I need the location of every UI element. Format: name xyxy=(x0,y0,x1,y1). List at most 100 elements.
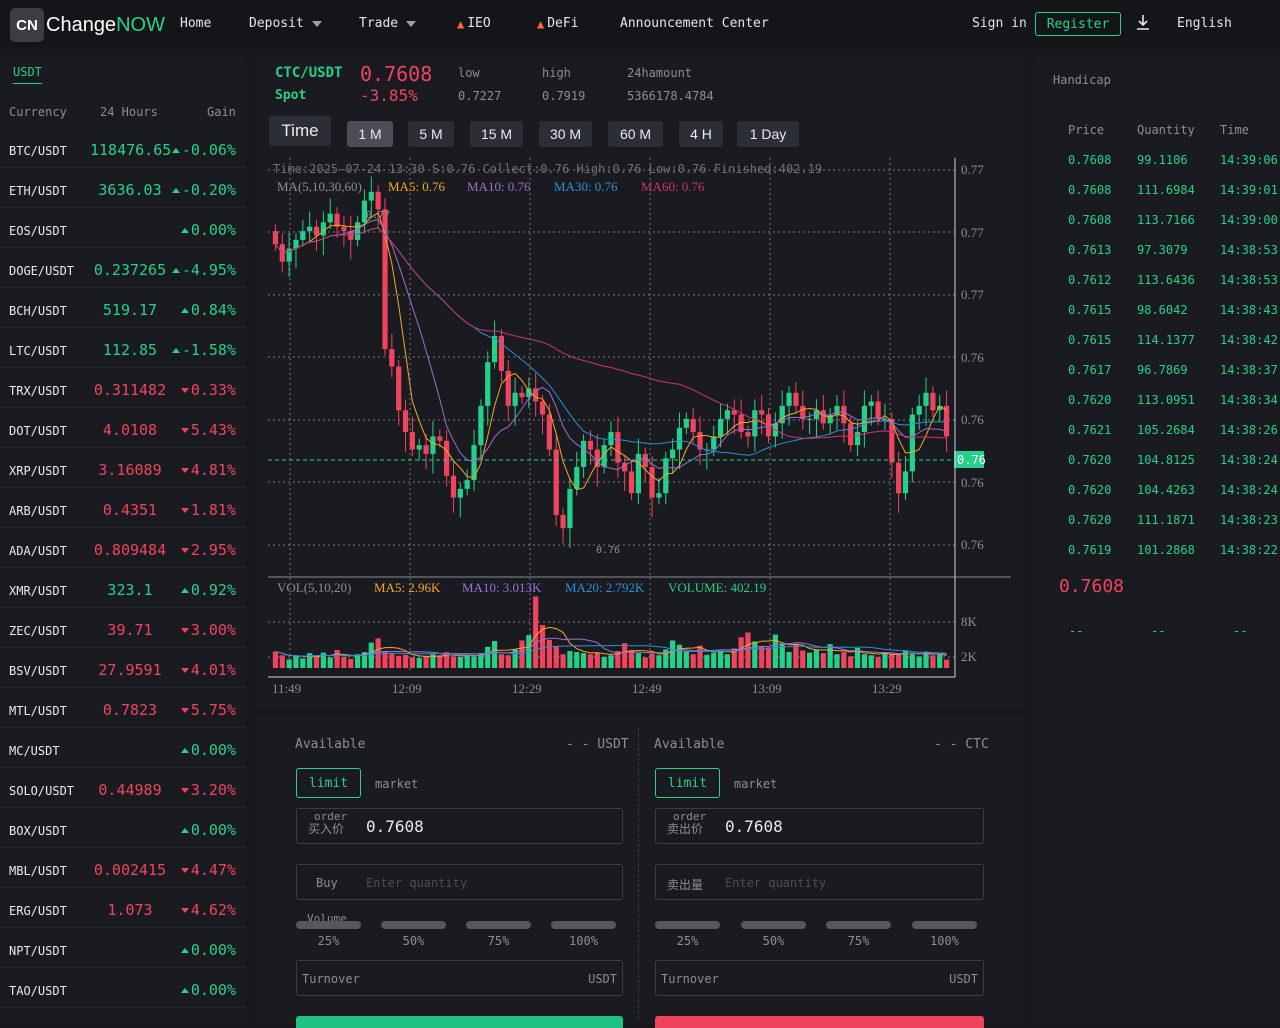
market-row[interactable]: ADA/USDT 0.809484 2.95% xyxy=(0,528,246,568)
market-gain: -0.20% xyxy=(171,181,236,199)
sell-percent-50[interactable] xyxy=(741,921,806,929)
market-row[interactable]: DOGE/USDT 0.237265 -4.95% xyxy=(0,248,246,288)
candle xyxy=(923,392,929,406)
market-row[interactable]: TRX/USDT 0.311482 0.33% xyxy=(0,368,246,408)
market-row[interactable]: TAO/USDT 0.00% xyxy=(0,968,246,1008)
volume-bar xyxy=(875,656,881,668)
market-row[interactable]: MTL/USDT 0.7823 5.75% xyxy=(0,688,246,728)
volume-bar xyxy=(348,658,354,668)
download-icon[interactable] xyxy=(1136,14,1150,30)
timeframe-30m[interactable]: 30 M xyxy=(539,121,592,147)
nav-trade[interactable]: Trade xyxy=(359,16,417,31)
timeframe-60m[interactable]: 60 M xyxy=(608,121,663,147)
orderbook-row[interactable]: 0.7608 99.1106 14:39:06 xyxy=(1034,153,1280,183)
market-row[interactable]: ARB/USDT 0.4351 1.81% xyxy=(0,488,246,528)
market-gain-value: 0.00% xyxy=(190,941,236,959)
sell-percent-100[interactable] xyxy=(912,921,977,929)
nav-home[interactable]: Home xyxy=(180,16,211,31)
buy-market-tab[interactable]: market xyxy=(375,777,418,791)
sell-limit-tab[interactable]: limit xyxy=(655,768,720,798)
orderbook-row[interactable]: 0.7619 101.2868 14:38:22 xyxy=(1034,543,1280,573)
orderbook-row[interactable]: 0.7613 97.3079 14:38:53 xyxy=(1034,243,1280,273)
timeframe-1m[interactable]: 1 M xyxy=(347,121,393,147)
buy-percent-100[interactable] xyxy=(551,921,616,929)
market-row[interactable]: SOLO/USDT 0.44989 3.20% xyxy=(0,768,246,808)
nav-deposit[interactable]: Deposit xyxy=(249,16,322,31)
market-symbol: ETH/USDT xyxy=(9,184,67,198)
volume-bar xyxy=(546,639,552,668)
volume-bar xyxy=(834,654,840,668)
candle xyxy=(478,405,484,446)
orderbook-time: 14:38:43 xyxy=(1220,303,1278,317)
orderbook-row[interactable]: 0.7617 96.7869 14:38:37 xyxy=(1034,363,1280,393)
timeframe-4h[interactable]: 4 H xyxy=(679,121,723,147)
volume-bar xyxy=(498,654,505,668)
buy-percent-25[interactable] xyxy=(296,921,361,929)
buy-button[interactable] xyxy=(296,1016,623,1028)
market-row[interactable]: ERG/USDT 1.073 4.62% xyxy=(0,888,246,928)
orderbook-row[interactable]: 0.7620 104.4263 14:38:24 xyxy=(1034,483,1280,513)
sell-quantity-input[interactable]: 卖出量 Enter quantity xyxy=(655,864,984,900)
volume-bar xyxy=(471,656,477,668)
register-button[interactable]: Register xyxy=(1035,12,1121,36)
sell-percent-25[interactable] xyxy=(655,921,720,929)
market-row[interactable]: DOT/USDT 4.0108 5.43% xyxy=(0,408,246,448)
logo[interactable]: CN ChangeNOW xyxy=(10,8,165,42)
nav-announcement-center[interactable]: Announcement Center xyxy=(620,16,769,31)
market-row[interactable]: LTC/USDT 112.85 -1.58% xyxy=(0,328,246,368)
orderbook-row[interactable]: 0.7608 111.6984 14:39:01 xyxy=(1034,183,1280,213)
orderbook-row[interactable]: 0.7621 105.2684 14:38:26 xyxy=(1034,423,1280,453)
volume-bar xyxy=(581,653,587,668)
volume-bar xyxy=(813,649,820,668)
timeframe-15m[interactable]: 15 M xyxy=(470,121,523,147)
sell-market-tab[interactable]: market xyxy=(734,777,777,791)
market-row[interactable]: EOS/USDT 0.00% xyxy=(0,208,246,248)
timeframe-1day[interactable]: 1 Day xyxy=(737,121,799,147)
tab-usdt[interactable]: USDT xyxy=(13,65,42,84)
triangle-up-icon xyxy=(180,308,189,313)
sell-button[interactable] xyxy=(655,1016,984,1028)
market-row[interactable]: XMR/USDT 323.1 0.92% xyxy=(0,568,246,608)
timeframe-5m[interactable]: 5 M xyxy=(408,121,454,147)
logo-text-change: Change xyxy=(46,13,117,36)
market-price: 0.809484 xyxy=(93,541,167,559)
sell-percent-75[interactable] xyxy=(826,921,891,929)
orderbook-row[interactable]: 0.7612 113.6436 14:38:53 xyxy=(1034,273,1280,303)
orderbook-row[interactable]: 0.7620 104.8125 14:38:24 xyxy=(1034,453,1280,483)
market-gain-value: 0.00% xyxy=(190,981,236,999)
language-selector[interactable]: English xyxy=(1177,16,1232,31)
market-row[interactable]: BTC/USDT 118476.65 -0.06% xyxy=(0,128,246,168)
market-row[interactable]: ZEC/USDT 39.71 3.00% xyxy=(0,608,246,648)
orderbook-row[interactable]: 0.7620 113.0951 14:38:34 xyxy=(1034,393,1280,423)
buy-quantity-input[interactable]: Buy Enter quantity xyxy=(296,864,623,900)
buy-percent-75[interactable] xyxy=(466,921,531,929)
volume-bar xyxy=(786,652,792,668)
market-row[interactable]: BSV/USDT 27.9591 4.01% xyxy=(0,648,246,688)
market-row[interactable]: XRP/USDT 3.16089 4.81% xyxy=(0,448,246,488)
buy-price-input[interactable]: order 买入价 0.7608 xyxy=(296,808,623,844)
nav-ieo[interactable]: ▲ IEO xyxy=(457,16,491,31)
orderbook-row[interactable]: 0.7615 98.6042 14:38:43 xyxy=(1034,303,1280,333)
buy-percent-50[interactable] xyxy=(381,921,446,929)
sell-price-input[interactable]: order 卖出价 0.7608 xyxy=(655,808,984,844)
sign-in-link[interactable]: Sign in xyxy=(972,16,1027,31)
market-symbol: BOX/USDT xyxy=(9,824,67,838)
market-row[interactable]: BCH/USDT 519.17 0.84% xyxy=(0,288,246,328)
orderbook-row[interactable]: 0.7615 114.1377 14:38:42 xyxy=(1034,333,1280,363)
timeframe-time[interactable]: Time xyxy=(269,116,331,146)
market-row[interactable]: NPT/USDT 0.00% xyxy=(0,928,246,968)
triangle-up-icon xyxy=(180,748,189,753)
amount-value: 5366178.4784 xyxy=(627,89,714,103)
orderbook-row[interactable]: 0.7608 113.7166 14:39:00 xyxy=(1034,213,1280,243)
buy-percent-label: 100% xyxy=(569,934,598,948)
candlestick-chart[interactable]: Time:2025-07-24 13:30 S:0.76 Collect:0.7… xyxy=(256,150,1016,700)
market-row[interactable]: MBL/USDT 0.002415 4.47% xyxy=(0,848,246,888)
market-price: 118476.65 xyxy=(90,141,172,159)
market-row[interactable]: BOX/USDT 0.00% xyxy=(0,808,246,848)
market-row[interactable]: ETH/USDT 3636.03 -0.20% xyxy=(0,168,246,208)
nav-defi[interactable]: ▲ DeFi xyxy=(537,16,579,31)
buy-limit-tab[interactable]: limit xyxy=(296,768,361,798)
market-row[interactable]: MC/USDT 0.00% xyxy=(0,728,246,768)
orderbook-row[interactable]: 0.7620 111.1871 14:38:23 xyxy=(1034,513,1280,543)
candle xyxy=(560,515,566,529)
